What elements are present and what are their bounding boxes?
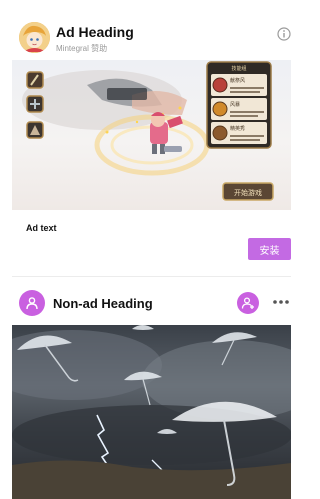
ad-sponsor-label: Mintegral 赞助 <box>56 44 108 53</box>
add-user-icon <box>241 297 254 309</box>
ad-card-header: Ad Heading Mintegral 赞助 <box>0 0 291 60</box>
ad-text: Ad text <box>26 223 57 233</box>
skill-panel-title: 技能组 <box>231 65 246 72</box>
ad-heading[interactable]: Ad Heading <box>56 24 134 40</box>
info-icon[interactable] <box>277 27 291 41</box>
post-avatar[interactable] <box>19 290 45 316</box>
more-icon[interactable] <box>271 295 291 309</box>
post-heading[interactable]: Non-ad Heading <box>53 296 153 311</box>
install-button[interactable]: 安装 <box>248 238 291 260</box>
skill-row-name: 风暴 <box>230 101 240 108</box>
character-avatar-icon <box>19 22 50 53</box>
post-image[interactable] <box>12 325 291 499</box>
skill-row-name: 献祭风 <box>230 77 245 84</box>
card-divider <box>12 276 291 277</box>
ad-avatar[interactable] <box>19 22 50 53</box>
follow-button[interactable] <box>237 292 259 314</box>
skill-row-name: 精英秀 <box>230 125 245 132</box>
ad-media-image[interactable]: 技能组 献祭风 风暴 精英秀 开始游戏 <box>12 60 291 210</box>
user-icon <box>26 297 38 310</box>
start-game-label: 开始游戏 <box>234 188 262 197</box>
